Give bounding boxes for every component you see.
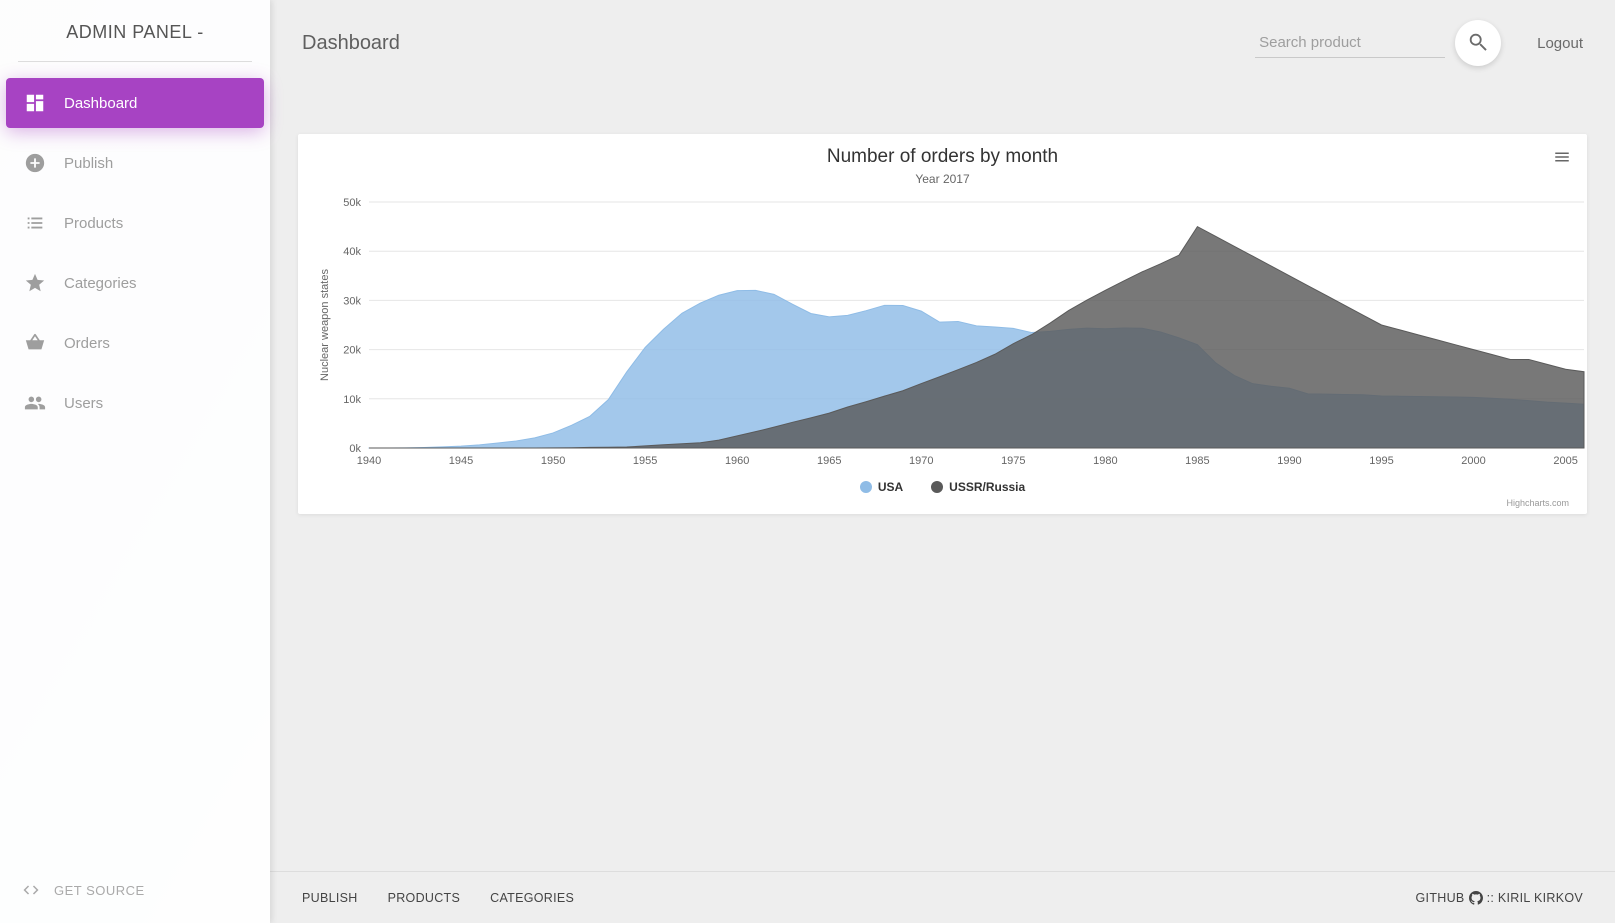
- sidebar-item-label: Users: [64, 395, 103, 412]
- svg-text:50k: 50k: [343, 197, 361, 209]
- svg-text:1955: 1955: [633, 455, 657, 467]
- sidebar-item-dashboard[interactable]: Dashboard: [6, 78, 264, 128]
- content: Number of orders by month Year 2017 0k 10…: [270, 74, 1615, 871]
- legend-dot-icon: [931, 481, 943, 493]
- chart-legend: USA USSR/Russia: [314, 472, 1571, 498]
- footer-link-categories[interactable]: CATEGORIES: [490, 891, 574, 905]
- footer-github-label: GITHUB: [1416, 891, 1465, 905]
- get-source-button[interactable]: GET SOURCE: [0, 863, 270, 923]
- svg-text:Nuclear weapon states: Nuclear weapon states: [319, 269, 331, 381]
- plus-icon: [24, 152, 46, 174]
- legend-dot-icon: [860, 481, 872, 493]
- footer-author: :: KIRIL KIRKOV: [1487, 891, 1583, 905]
- svg-text:10k: 10k: [343, 394, 361, 406]
- chart-card: Number of orders by month Year 2017 0k 10…: [298, 134, 1587, 514]
- svg-text:1995: 1995: [1369, 455, 1393, 467]
- svg-text:0k: 0k: [349, 443, 361, 455]
- code-icon: [22, 881, 40, 899]
- dashboard-icon: [24, 92, 46, 114]
- chart-plot: 0k 10k 20k 30k 40k 50k 1940 1945 1950 1955 1960 196…: [314, 192, 1594, 472]
- search-wrap: [1255, 20, 1501, 66]
- sidebar-item-publish[interactable]: Publish: [6, 138, 264, 188]
- main: Dashboard Logout Number of orders by mon…: [270, 0, 1615, 923]
- basket-icon: [24, 332, 46, 354]
- svg-text:40k: 40k: [343, 246, 361, 258]
- svg-text:1970: 1970: [909, 455, 933, 467]
- sidebar: ADMIN PANEL - Dashboard Publish Products Ca…: [0, 0, 270, 923]
- svg-text:2000: 2000: [1461, 455, 1485, 467]
- brand-title: ADMIN PANEL -: [0, 0, 270, 61]
- sidebar-item-products[interactable]: Products: [6, 198, 264, 248]
- sidebar-item-users[interactable]: Users: [6, 378, 264, 428]
- footer-link-products[interactable]: PRODUCTS: [388, 891, 461, 905]
- legend-label: USSR/Russia: [949, 480, 1025, 494]
- sidebar-nav: Dashboard Publish Products Categories Orders…: [0, 78, 270, 438]
- sidebar-item-label: Orders: [64, 335, 110, 352]
- svg-text:1975: 1975: [1001, 455, 1025, 467]
- search-icon: [1467, 31, 1489, 56]
- topbar: Dashboard Logout: [270, 0, 1615, 74]
- svg-text:2005: 2005: [1553, 455, 1577, 467]
- chart-credits: Highcharts.com: [314, 498, 1571, 508]
- users-icon: [24, 392, 46, 414]
- svg-text:20k: 20k: [343, 345, 361, 357]
- chart-title: Number of orders by month: [314, 146, 1571, 168]
- list-icon: [24, 212, 46, 234]
- divider: [18, 61, 252, 62]
- github-icon: [1469, 890, 1483, 905]
- sidebar-item-categories[interactable]: Categories: [6, 258, 264, 308]
- get-source-label: GET SOURCE: [54, 883, 145, 898]
- footer-links: PUBLISH PRODUCTS CATEGORIES: [302, 891, 574, 905]
- svg-text:1940: 1940: [357, 455, 381, 467]
- sidebar-item-label: Products: [64, 215, 123, 232]
- footer: PUBLISH PRODUCTS CATEGORIES GITHUB :: KIRI…: [270, 871, 1615, 923]
- svg-text:1990: 1990: [1277, 455, 1301, 467]
- sidebar-item-label: Categories: [64, 275, 137, 292]
- svg-text:1960: 1960: [725, 455, 749, 467]
- svg-text:1980: 1980: [1093, 455, 1117, 467]
- svg-text:1985: 1985: [1185, 455, 1209, 467]
- svg-text:1965: 1965: [817, 455, 841, 467]
- sidebar-item-orders[interactable]: Orders: [6, 318, 264, 368]
- topbar-right: Logout: [1255, 20, 1583, 66]
- chart-menu-button[interactable]: [1553, 148, 1571, 171]
- sidebar-item-label: Dashboard: [64, 95, 137, 112]
- hamburger-icon: [1553, 153, 1571, 170]
- star-icon: [24, 272, 46, 294]
- svg-text:1945: 1945: [449, 455, 473, 467]
- page-title: Dashboard: [302, 32, 400, 55]
- sidebar-item-label: Publish: [64, 155, 113, 172]
- footer-link-publish[interactable]: PUBLISH: [302, 891, 358, 905]
- legend-item-ussr-russia[interactable]: USSR/Russia: [931, 480, 1025, 494]
- footer-right: GITHUB :: KIRIL KIRKOV: [1416, 890, 1583, 905]
- search-button[interactable]: [1455, 20, 1501, 66]
- svg-text:30k: 30k: [343, 295, 361, 307]
- svg-text:1950: 1950: [541, 455, 565, 467]
- legend-label: USA: [878, 480, 903, 494]
- chart-subtitle: Year 2017: [314, 172, 1571, 186]
- logout-link[interactable]: Logout: [1537, 35, 1583, 52]
- search-input[interactable]: [1255, 28, 1445, 58]
- legend-item-usa[interactable]: USA: [860, 480, 903, 494]
